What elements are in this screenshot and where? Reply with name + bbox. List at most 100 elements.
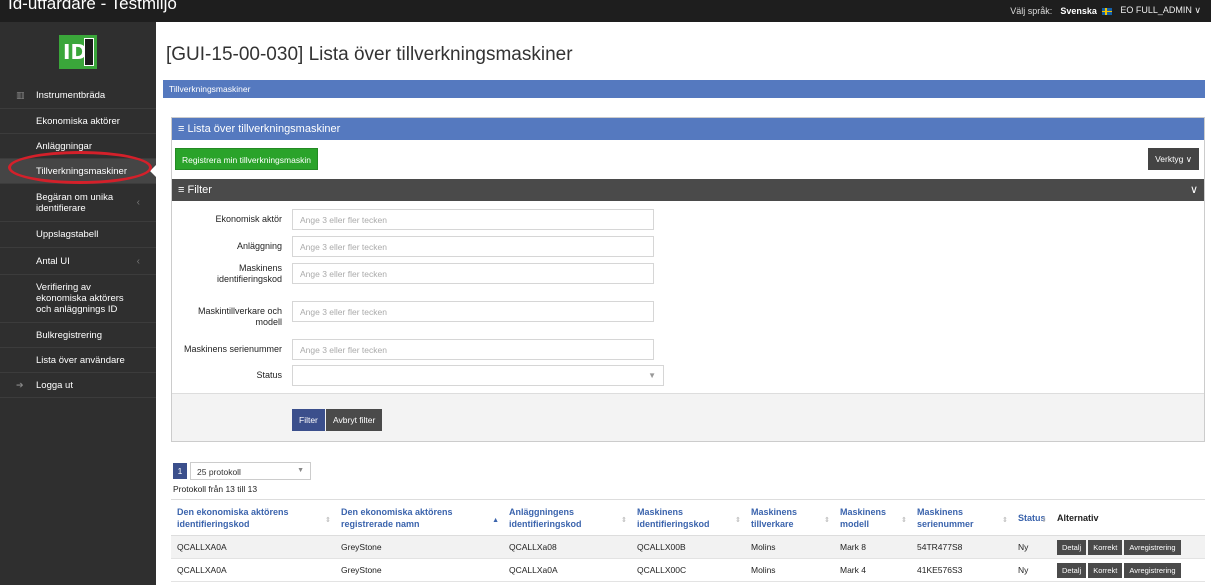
page-size-select[interactable]: 25 protokoll ▼ (190, 462, 311, 480)
column-header[interactable]: Maskinens serienummer ⇕ (911, 499, 1012, 536)
sidebar-item-ui-count[interactable]: Antal UI ‹ (0, 248, 156, 275)
sidebar-item-label: Ekonomiska aktörer (36, 115, 120, 127)
manufacturer-model-input[interactable]: Ange 3 eller fler tecken (292, 301, 654, 322)
table-cell: Ny (1012, 535, 1051, 559)
page-number-button[interactable]: 1 (173, 463, 187, 479)
column-header[interactable]: Den ekonomiska aktörens identifieringsko… (171, 499, 335, 536)
filter-label: Status (256, 370, 282, 380)
sidebar-item-unique-identifiers[interactable]: Begäran om unika identifierare ‹ (0, 184, 156, 222)
filter-label: Anläggning (236, 241, 282, 251)
machine-id-input[interactable]: Ange 3 eller fler tecken (292, 263, 654, 284)
column-header: Alternativ (1051, 499, 1205, 536)
sidebar-item-verification[interactable]: Verifiering av ekonomiska aktörers och a… (0, 275, 156, 323)
panel-title: ≡ Lista över tillverkningsmaskiner (172, 118, 1204, 140)
sort-icon: ⇕ (735, 517, 741, 524)
top-bar-right: Välj språk: Svenska EO FULL_ADMIN ∨ (1010, 5, 1201, 16)
correct-button[interactable]: Korrekt (1088, 562, 1123, 578)
chevron-down-icon: ∨ (1194, 5, 1201, 15)
sidebar-item-label: Instrumentbräda (36, 89, 106, 101)
table-header-row: Den ekonomiska aktörens identifieringsko… (171, 499, 1205, 536)
pagination: 1 25 protokoll ▼ (173, 462, 311, 480)
cancel-filter-button[interactable]: Avbryt filter (326, 409, 383, 431)
sidebar-item-label: Tillverkningsmaskiner (36, 165, 127, 177)
row-actions: Detalj Korrekt Avregistrering (1051, 558, 1205, 582)
sidebar-item-label: Antal UI (36, 255, 70, 267)
serial-number-input[interactable]: Ange 3 eller fler tecken (292, 339, 654, 360)
sort-asc-icon: ▲ (492, 517, 499, 524)
column-header[interactable]: Status ⇕ (1012, 499, 1051, 536)
table-cell: QCALLX00B (631, 535, 745, 559)
table-cell: 41KE576S3 (911, 558, 1012, 582)
sidebar-item-logout[interactable]: ➔ Logga ut (0, 373, 156, 398)
chevron-left-icon: ‹ (136, 255, 140, 267)
detail-button[interactable]: Detalj (1057, 562, 1087, 578)
table-cell: Molins (745, 535, 834, 559)
column-header[interactable]: Maskinens identifieringskod ⇕ (631, 499, 745, 536)
chevron-left-icon: ‹ (136, 197, 140, 208)
filter-label: Ekonomisk aktör (215, 214, 282, 224)
main-content: [GUI-15-00-030] Lista över tillverknings… (156, 22, 1211, 585)
app-title: Id-utfärdare - Testmiljö (8, 0, 177, 13)
table-cell: GreyStone (335, 535, 503, 559)
column-header[interactable]: Anläggningens identifieringskod ⇕ (503, 499, 631, 536)
language-label: Välj språk: (1010, 5, 1053, 16)
table-cell: QCALLXa0A (503, 558, 631, 582)
table-cell: QCALLX00C (631, 558, 745, 582)
deregister-button[interactable]: Avregistrering (1124, 562, 1181, 578)
sidebar-item-lookup-table[interactable]: Uppslagstabell (0, 222, 156, 248)
chevron-down-icon: ∨ (1189, 184, 1198, 196)
logout-icon: ➔ (16, 379, 24, 390)
status-select[interactable]: ▼ (292, 365, 664, 386)
machines-table: Den ekonomiska aktörens identifieringsko… (171, 499, 1205, 582)
sort-icon: ⇕ (824, 517, 830, 524)
table-cell: QCALLXA0A (171, 558, 335, 582)
filter-label: Maskinens serienummer (183, 344, 282, 354)
filter-header[interactable]: ≡ Filter ∨ (172, 179, 1204, 201)
sidebar-item-label: Uppslagstabell (36, 229, 99, 240)
user-menu[interactable]: EO FULL_ADMIN ∨ (1120, 5, 1201, 16)
sidebar-item-bulk-registration[interactable]: Bulkregistrering (0, 323, 156, 348)
sidebar-item-label: Lista över användare (36, 354, 125, 366)
tools-button[interactable]: Verktyg ∨ (1148, 148, 1199, 170)
sidebar-item-manufacturing-machines[interactable]: Tillverkningsmaskiner (0, 159, 156, 184)
language-selector[interactable]: Svenska (1060, 6, 1113, 16)
sidebar-item-facilities[interactable]: Anläggningar (0, 134, 156, 159)
table-row: QCALLXA0A GreyStone QCALLXa08 QCALLX00B … (171, 535, 1205, 559)
filter-label: Maskinens identifieringskod (216, 263, 282, 284)
sidebar-item-users[interactable]: Lista över användare (0, 348, 156, 373)
correct-button[interactable]: Korrekt (1088, 539, 1123, 555)
sort-icon: ⇕ (901, 517, 907, 524)
column-header[interactable]: Maskinens tillverkare ⇕ (745, 499, 834, 536)
breadcrumb[interactable]: Tillverkningsmaskiner (163, 80, 1205, 98)
chart-icon: ▥ (16, 89, 25, 100)
sidebar-item-label: Anläggningar (36, 140, 92, 152)
table-cell: 54TR477S8 (911, 535, 1012, 559)
table-cell: QCALLXa08 (503, 535, 631, 559)
sidebar: ID ▥ Instrumentbräda Ekonomiska aktörer … (0, 22, 156, 585)
economic-operator-input[interactable]: Ange 3 eller fler tecken (292, 209, 654, 230)
facility-input[interactable]: Ange 3 eller fler tecken (292, 236, 654, 257)
sidebar-item-dashboard[interactable]: ▥ Instrumentbräda (0, 82, 156, 109)
filter-label: Maskintillverkare och modell (197, 306, 282, 327)
table-cell: QCALLXA0A (171, 535, 335, 559)
column-header[interactable]: Den ekonomiska aktörens registrerade nam… (335, 499, 503, 536)
id-logo: ID (59, 35, 97, 69)
caret-down-icon: ▼ (648, 371, 656, 380)
logo-area: ID (0, 22, 156, 82)
sidebar-item-economic-operators[interactable]: Ekonomiska aktörer (0, 109, 156, 134)
filter-actions: Filter Avbryt filter (172, 393, 1204, 441)
column-header[interactable]: Maskinens modell ⇕ (834, 499, 911, 536)
register-machine-button[interactable]: Registrera min tillverkningsmaskin (175, 148, 318, 170)
page-size-value: 25 protokoll (197, 467, 241, 477)
sidebar-item-label: Verifiering av ekonomiska aktörers och a… (36, 282, 124, 315)
records-info: Protokoll från 13 till 13 (173, 484, 258, 494)
caret-down-icon: ▼ (297, 467, 304, 474)
table-cell: Molins (745, 558, 834, 582)
filter-title: ≡ Filter (178, 184, 212, 196)
detail-button[interactable]: Detalj (1057, 539, 1087, 555)
row-actions: Detalj Korrekt Avregistrering (1051, 535, 1205, 559)
top-bar: Id-utfärdare - Testmiljö Välj språk: Sve… (0, 0, 1211, 22)
table-cell: Mark 4 (834, 558, 911, 582)
deregister-button[interactable]: Avregistrering (1124, 539, 1181, 555)
filter-button[interactable]: Filter (292, 409, 325, 431)
